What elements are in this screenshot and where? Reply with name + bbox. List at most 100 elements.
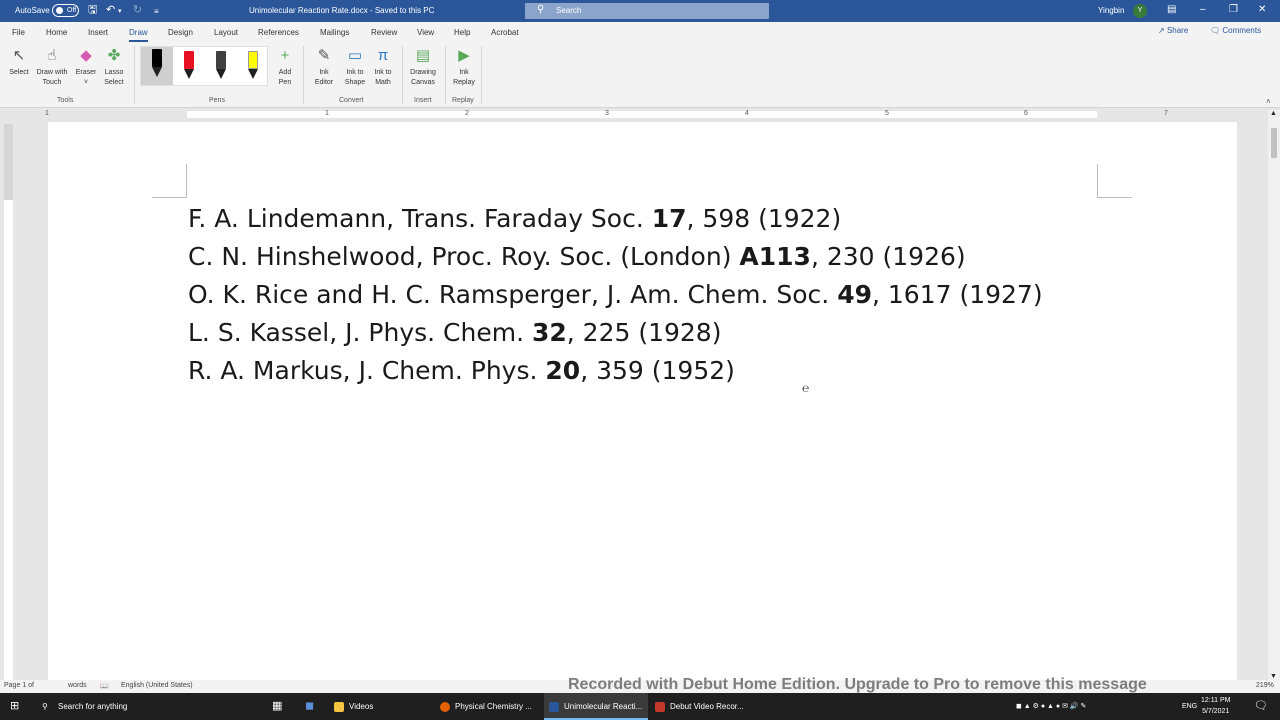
clock-date: 5/7/2021 [1202, 708, 1230, 715]
reference-list[interactable]: F. A. Lindemann, Trans. Faraday Soc. 17,… [188, 200, 1043, 390]
taskbar-app-label: Videos [349, 702, 374, 711]
tab-review[interactable]: Review [371, 28, 397, 37]
tray-icons[interactable]: ◼ ▲ ⚙ ● ▲ ● ✉ 🔊 ✎ [1016, 693, 1086, 720]
notification-icon[interactable]: 🗨 [1254, 693, 1268, 720]
restore-icon[interactable]: ❐ [1229, 4, 1238, 15]
margin-corner-mark [1097, 164, 1098, 198]
pen-red[interactable] [179, 49, 199, 81]
tab-file[interactable]: File [12, 28, 25, 37]
tab-mailings[interactable]: Mailings [320, 28, 349, 37]
pen-gray[interactable] [211, 49, 231, 81]
ink-to-math-button[interactable]: π Ink to Math [369, 46, 397, 88]
tab-insert[interactable]: Insert [88, 28, 108, 37]
folder-icon [334, 701, 344, 712]
group-divider [481, 46, 482, 104]
pen-tip-icon [216, 69, 226, 79]
ink-editor-label-1: Ink [319, 69, 329, 76]
reference-line: O. K. Rice and H. C. Ramsperger, J. Am. … [188, 276, 1043, 314]
add-pen-label-1: Add [278, 69, 292, 76]
highlighter-yellow[interactable] [243, 49, 263, 81]
ink-replay-button[interactable]: ▶ Ink Replay [450, 46, 478, 88]
share-label: Share [1166, 26, 1189, 35]
user-name[interactable]: Yingbin [1098, 6, 1124, 15]
avatar[interactable]: Y [1133, 4, 1147, 18]
taskbar-app-debut[interactable]: Debut Video Recor... [655, 693, 755, 720]
tab-view[interactable]: View [417, 28, 434, 37]
replay-label-2: Replay [453, 79, 475, 86]
input-language[interactable]: ENG [1182, 693, 1197, 720]
eraser-button[interactable]: ◆ Eraser ˅ [73, 46, 99, 88]
task-view-icon[interactable]: ▦ [272, 693, 282, 720]
comments-button[interactable]: 🗨 Comments [1210, 26, 1261, 35]
select-button[interactable]: ↖ Select [6, 46, 32, 78]
word-count[interactable]: words [68, 682, 87, 689]
draw-with-touch-button[interactable]: ☝ Draw with Touch [33, 46, 71, 88]
taskbar-app-label: Unimolecular Reacti... [564, 702, 643, 711]
ruler-number: 2 [465, 110, 469, 117]
vertical-ruler[interactable] [4, 124, 13, 680]
autosave-toggle[interactable]: Off [52, 4, 79, 17]
reference-line: L. S. Kassel, J. Phys. Chem. 32, 225 (19… [188, 314, 1043, 352]
lasso-icon: ✤ [107, 47, 121, 64]
pinned-app-icon[interactable]: ◼ [305, 693, 314, 720]
clock-time: 12:11 PM [1201, 697, 1231, 704]
canvas-label-1: Drawing [410, 69, 436, 76]
taskbar-app-word[interactable]: Unimolecular Reacti... [544, 693, 648, 720]
tools-group-label: Tools [57, 97, 74, 104]
ink-to-shape-button[interactable]: ▭ Ink to Shape [340, 46, 370, 88]
tab-help[interactable]: Help [454, 28, 470, 37]
pen-tip-icon [184, 69, 194, 79]
ref-page-year: , 1617 (1927) [872, 280, 1043, 309]
taskbar-app-label: Debut Video Recor... [670, 702, 744, 711]
ink-shape-label-2: Shape [344, 79, 366, 86]
tab-acrobat[interactable]: Acrobat [491, 28, 519, 37]
ink-editor-button[interactable]: ✎ Ink Editor [309, 46, 339, 88]
tab-layout[interactable]: Layout [214, 28, 238, 37]
horizontal-ruler[interactable]: 1 1 2 3 4 5 6 7 [14, 110, 1268, 119]
system-clock[interactable]: 12:11 PM 5/7/2021 [1201, 695, 1230, 717]
add-pen-button[interactable]: + Add Pen [272, 46, 298, 88]
taskbar-search[interactable]: Search for anything [58, 693, 127, 720]
collapse-ribbon-icon[interactable]: ˄ [1266, 97, 1271, 106]
pen-red-swatch [184, 51, 194, 69]
group-divider [402, 46, 403, 104]
minimize-icon[interactable]: – [1200, 4, 1206, 15]
insert-group-label: Insert [414, 97, 432, 104]
zoom-level[interactable]: 219% [1256, 682, 1274, 689]
taskbar-app-firefox[interactable]: Physical Chemistry ... [440, 693, 540, 720]
autosave-label: AutoSave [15, 6, 50, 15]
taskbar-app-videos[interactable]: Videos [334, 693, 426, 720]
customize-qat-icon[interactable]: ≡ [154, 6, 159, 18]
scroll-down-icon[interactable]: ▼ [1270, 673, 1277, 680]
lasso-select-button[interactable]: ✤ Lasso Select [101, 46, 127, 88]
group-divider [134, 46, 135, 104]
ribbon-display-icon[interactable]: ▤ [1167, 4, 1176, 15]
vertical-scrollbar[interactable]: ▲ ▼ [1268, 110, 1280, 680]
tab-home[interactable]: Home [46, 28, 67, 37]
language-indicator[interactable]: English (United States) [121, 682, 193, 689]
pen-black[interactable] [141, 47, 173, 85]
close-icon[interactable]: ✕ [1258, 4, 1266, 15]
taskbar-search-icon[interactable]: ⚲ [42, 693, 48, 720]
drawing-canvas-button[interactable]: ▤ Drawing Canvas [405, 46, 441, 88]
ruler-number: 3 [605, 110, 609, 117]
windows-start-icon[interactable]: ⊞ [10, 693, 19, 720]
ribbon: ↖ Select ☝ Draw with Touch ◆ Eraser ˅ ✤ … [0, 42, 1280, 108]
scrollbar-thumb[interactable] [1271, 128, 1277, 158]
scroll-up-icon[interactable]: ▲ [1270, 110, 1277, 117]
add-pen-label-2: Pen [278, 79, 292, 86]
proofing-icon[interactable]: 📖 [100, 682, 109, 690]
ref-text: O. K. Rice and H. C. Ramsperger, J. Am. … [188, 280, 838, 309]
save-icon[interactable]: 🖫 [88, 4, 97, 16]
undo-dropdown-icon[interactable]: ▾ [118, 6, 122, 18]
share-button[interactable]: ↗ Share [1158, 26, 1188, 35]
undo-icon[interactable]: ↶ [106, 4, 115, 16]
ink-to-shape-icon: ▭ [347, 47, 363, 64]
page-count[interactable]: Page 1 of [4, 682, 34, 689]
ink-math-label-1: Ink to [374, 69, 392, 76]
tab-references[interactable]: References [258, 28, 299, 37]
tab-draw[interactable]: Draw [129, 28, 148, 42]
redo-icon[interactable]: ↻ [133, 4, 142, 16]
search-box[interactable]: ⚲ Search [525, 3, 769, 19]
tab-design[interactable]: Design [168, 28, 193, 37]
